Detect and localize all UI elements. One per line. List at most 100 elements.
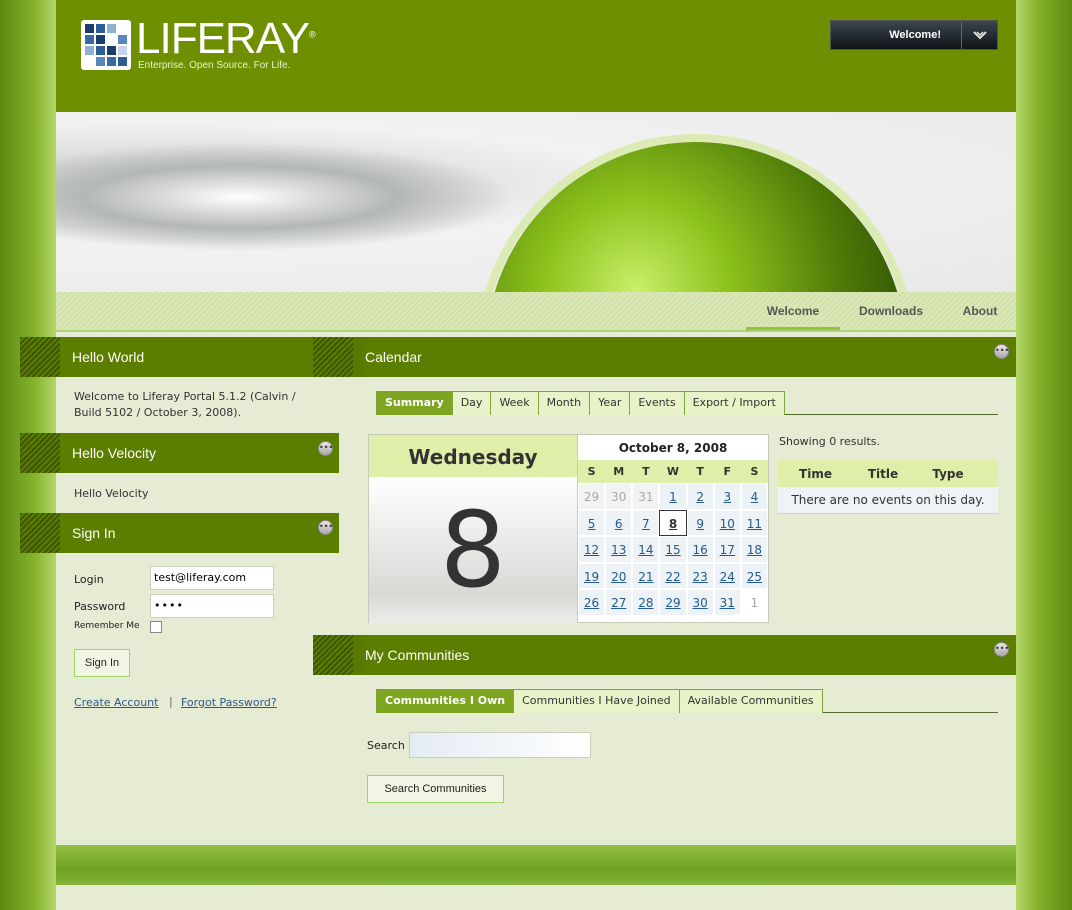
hello-velocity-text: Hello Velocity [74, 487, 149, 500]
options-icon[interactable]: ••• [318, 441, 333, 456]
calendar-day[interactable]: 2 [686, 483, 714, 510]
calendar-day[interactable]: 17 [713, 536, 741, 563]
tab-communities-i-own[interactable]: Communities I Own [376, 689, 515, 713]
login-label: Login [74, 573, 104, 586]
communities-tabs: Communities I Own Communities I Have Joi… [376, 689, 998, 713]
chevron-down-icon[interactable] [961, 21, 997, 49]
calendar-day[interactable]: 29 [659, 589, 687, 616]
dow-label: W [659, 460, 687, 483]
tab-day[interactable]: Day [451, 391, 492, 415]
create-account-link[interactable]: Create Account [74, 696, 158, 709]
calendar-day[interactable]: 3 [713, 483, 741, 510]
calendar-day[interactable]: 5 [578, 509, 606, 536]
calendar-day[interactable]: 24 [713, 562, 741, 589]
options-icon[interactable]: ••• [994, 344, 1009, 359]
hello-world-title: Hello World [72, 349, 145, 365]
weekday-label: Wednesday [369, 435, 577, 477]
dow-label: F [713, 460, 741, 483]
nav-item-welcome[interactable]: Welcome [746, 292, 840, 330]
mini-calendar-title: October 8, 2008 [618, 441, 728, 455]
calendar-day[interactable]: 31 [713, 589, 741, 616]
tab-export-import[interactable]: Export / Import [683, 391, 785, 415]
header: LIFERAY® Enterprise. Open Source. For Li… [56, 0, 1016, 112]
calendar-day: 30 [605, 483, 633, 510]
calendar-title-bar: Calendar [313, 337, 1016, 377]
hello-world-title-bar: Hello World [20, 337, 350, 377]
column-type: Type [932, 466, 964, 481]
tab-communities-joined[interactable]: Communities I Have Joined [513, 689, 680, 713]
nav-item-downloads[interactable]: Downloads [848, 292, 934, 330]
calendar-day[interactable]: 18 [740, 536, 768, 563]
calendar-day[interactable]: 26 [578, 589, 606, 616]
calendar-day[interactable]: 14 [632, 536, 660, 563]
calendar-day[interactable]: 6 [605, 509, 633, 536]
day-number: 8 [369, 477, 577, 623]
calendar-day[interactable]: 10 [713, 509, 741, 536]
logo-icon[interactable] [81, 20, 131, 70]
calendar-day[interactable]: 30 [686, 589, 714, 616]
tab-year[interactable]: Year [589, 391, 631, 415]
day-card: Wednesday 8 [368, 434, 578, 623]
remember-me-label: Remember Me [74, 621, 140, 631]
forgot-password-link[interactable]: Forgot Password? [181, 696, 277, 709]
calendar-day[interactable]: 1 [659, 483, 687, 510]
dow-label: S [740, 460, 768, 483]
mini-calendar-days: 29 30 31 1 2 3 4 5 6 7 8 9 10 11 12 13 1… [578, 483, 768, 616]
calendar-day[interactable]: 13 [605, 536, 633, 563]
tab-available-communities[interactable]: Available Communities [678, 689, 823, 713]
calendar-day[interactable]: 15 [659, 536, 687, 563]
dow-label: T [686, 460, 714, 483]
calendar-day[interactable]: 19 [578, 562, 606, 589]
page: LIFERAY® Enterprise. Open Source. For Li… [20, 0, 1016, 910]
calendar-day: 1 [740, 589, 768, 616]
calendar-day[interactable]: 9 [686, 509, 714, 536]
tab-month[interactable]: Month [537, 391, 591, 415]
tab-events[interactable]: Events [629, 391, 685, 415]
welcome-dock[interactable]: Welcome! [830, 20, 998, 50]
options-icon[interactable]: ••• [318, 520, 333, 535]
tab-summary[interactable]: Summary [376, 391, 453, 415]
calendar-day: 29 [578, 483, 606, 510]
logo-text[interactable]: LIFERAY® [136, 14, 316, 64]
calendar-tabs: Summary Day Week Month Year Events Expor… [376, 391, 998, 415]
search-input[interactable] [409, 732, 591, 758]
calendar-day[interactable]: 27 [605, 589, 633, 616]
calendar-day-today[interactable]: 8 [659, 509, 687, 536]
calendar-day[interactable]: 23 [686, 562, 714, 589]
empty-events-message: There are no events on this day. [778, 487, 998, 514]
calendar-day[interactable]: 12 [578, 536, 606, 563]
communities-title-bar: My Communities [313, 635, 1016, 675]
calendar-day: 31 [632, 483, 660, 510]
calendar-day[interactable]: 20 [605, 562, 633, 589]
dow-label: S [578, 460, 606, 483]
column-time: Time [799, 466, 832, 481]
password-label: Password [74, 600, 126, 613]
calendar-day[interactable]: 16 [686, 536, 714, 563]
hello-world-text: Welcome to Liferay Portal 5.1.2 (Calvin … [74, 390, 296, 419]
options-icon[interactable]: ••• [994, 642, 1009, 657]
calendar-day[interactable]: 28 [632, 589, 660, 616]
login-field[interactable]: test@liferay.com [150, 566, 274, 590]
calendar-day[interactable]: 11 [740, 509, 768, 536]
mini-calendar: October 8, 2008 S M T W T F S 29 30 31 1… [577, 434, 769, 623]
password-field[interactable]: •••• [150, 594, 274, 618]
search-communities-button[interactable]: Search Communities [367, 775, 504, 803]
sign-in-button[interactable]: Sign In [74, 649, 130, 677]
logo-tagline: Enterprise. Open Source. For Life. [138, 60, 291, 71]
hero-banner-image [56, 112, 1016, 292]
calendar-day[interactable]: 21 [632, 562, 660, 589]
calendar-day[interactable]: 4 [740, 483, 768, 510]
sign-in-title: Sign In [72, 525, 116, 541]
column-title: Title [867, 466, 899, 481]
calendar-title: Calendar [365, 349, 422, 365]
welcome-label: Welcome! [889, 29, 941, 41]
tab-week[interactable]: Week [490, 391, 539, 415]
footer-bar [56, 845, 1016, 885]
water-splash [56, 142, 516, 252]
remember-me-checkbox[interactable] [150, 621, 162, 633]
calendar-day[interactable]: 22 [659, 562, 687, 589]
calendar-day[interactable]: 25 [740, 562, 768, 589]
nav-item-about[interactable]: About [952, 292, 1008, 330]
right-border [1016, 0, 1072, 910]
calendar-day[interactable]: 7 [632, 509, 660, 536]
